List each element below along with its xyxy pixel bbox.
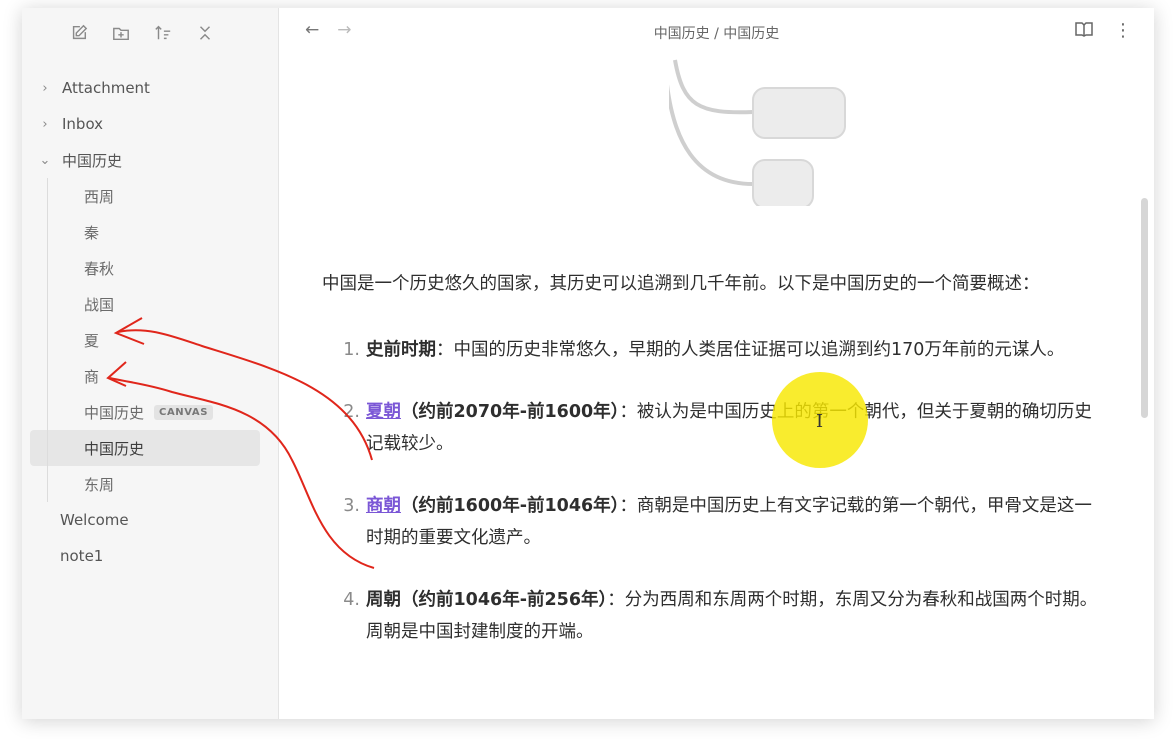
folder-label: Inbox bbox=[62, 115, 104, 133]
text-cursor-icon: I bbox=[816, 411, 824, 432]
chevron-right-icon: › bbox=[42, 80, 48, 96]
list-item: 2. 夏朝（约前2070年-前1600年）：被认为是中国历史上的第一个朝代，但关… bbox=[322, 396, 1102, 460]
sort-icon[interactable] bbox=[152, 22, 174, 44]
list-number: 3. bbox=[343, 496, 360, 516]
file-item-dongzhou[interactable]: 东周 bbox=[22, 466, 278, 502]
list-number: 2. bbox=[343, 402, 360, 422]
item-title: 史前时期 bbox=[366, 340, 436, 360]
folder-label: Attachment bbox=[62, 79, 150, 97]
file-item-chunqiu[interactable]: 春秋 bbox=[22, 250, 278, 286]
file-item-active[interactable]: 中国历史 bbox=[30, 430, 260, 466]
file-item-welcome[interactable]: Welcome bbox=[22, 502, 278, 538]
file-label: Welcome bbox=[60, 511, 129, 529]
file-item-canvas[interactable]: 中国历史 CANVAS bbox=[22, 394, 278, 430]
chevron-right-icon: › bbox=[42, 116, 48, 132]
embedded-canvas-fragment bbox=[669, 59, 846, 206]
file-item-shang[interactable]: 商 bbox=[22, 358, 278, 394]
item-period: （约前1046年-前256年） bbox=[401, 590, 608, 610]
list-number: 4. bbox=[343, 590, 360, 610]
file-label: 中国历史 bbox=[84, 403, 145, 422]
chevron-down-icon: ⌄ bbox=[39, 152, 51, 168]
scrollbar[interactable] bbox=[1141, 198, 1148, 418]
file-item-zhanguo[interactable]: 战国 bbox=[22, 286, 278, 322]
canvas-badge: CANVAS bbox=[154, 404, 214, 420]
file-label: 中国历史 bbox=[84, 439, 145, 458]
file-label: 西周 bbox=[84, 187, 115, 206]
folder-label: 中国历史 bbox=[62, 151, 123, 170]
file-item-xia[interactable]: 夏 bbox=[22, 322, 278, 358]
intro-paragraph: 中国是一个历史悠久的国家，其历史可以追溯到几千年前。以下是中国历史的一个简要概述… bbox=[322, 274, 1040, 294]
file-label: 战国 bbox=[84, 295, 115, 314]
list-item: 3. 商朝（约前1600年-前1046年）：商朝是中国历史上有文字记载的第一个朝… bbox=[322, 490, 1102, 554]
collapse-all-icon[interactable] bbox=[194, 22, 216, 44]
editor-pane: ← → 中国历史 / 中国历史 ⋮ 中国是一个历史悠久的国家，其历史可以追溯到几… bbox=[279, 8, 1154, 719]
item-period: （约前2070年-前1600年） bbox=[401, 402, 620, 422]
file-item-qin[interactable]: 秦 bbox=[22, 214, 278, 250]
breadcrumb: 中国历史 / 中国历史 bbox=[653, 26, 780, 42]
list-item: 1. 史前时期：中国的历史非常悠久，早期的人类居住证据可以追溯到约170万年前的… bbox=[322, 334, 1102, 366]
file-item-note1[interactable]: note1 bbox=[22, 538, 278, 574]
app-window: › Attachment › Inbox ⌄ 中国历史 西周 秦 春秋 战国 夏… bbox=[22, 8, 1154, 719]
item-text: ：中国的历史非常悠久，早期的人类居住证据可以追溯到约170万年前的元谋人。 bbox=[436, 340, 1065, 360]
item-title: 周朝 bbox=[366, 590, 401, 610]
file-label: note1 bbox=[60, 547, 104, 565]
folder-inbox[interactable]: › Inbox bbox=[22, 106, 278, 142]
note-content: 中国是一个历史悠久的国家，其历史可以追溯到几千年前。以下是中国历史的一个简要概述… bbox=[322, 268, 1102, 678]
folder-history-children: 西周 秦 春秋 战国 夏 商 中国历史 CANVAS 中国历史 东周 bbox=[22, 178, 278, 502]
list-item: 4. 周朝（约前1046年-前256年）：分为西周和东周两个时期，东周又分为春秋… bbox=[322, 584, 1102, 648]
file-label: 商 bbox=[84, 367, 100, 386]
internal-link-xia[interactable]: 夏朝 bbox=[366, 402, 401, 422]
internal-link-shang[interactable]: 商朝 bbox=[366, 496, 401, 516]
more-options-icon[interactable]: ⋮ bbox=[1114, 20, 1132, 43]
file-item-xizhou[interactable]: 西周 bbox=[22, 178, 278, 214]
file-label: 东周 bbox=[84, 475, 115, 494]
list-number: 1. bbox=[343, 340, 360, 360]
view-header: ← → 中国历史 / 中国历史 ⋮ bbox=[279, 8, 1154, 56]
file-explorer-sidebar: › Attachment › Inbox ⌄ 中国历史 西周 秦 春秋 战国 夏… bbox=[22, 8, 279, 719]
book-icon[interactable] bbox=[1074, 20, 1094, 43]
file-label: 秦 bbox=[84, 223, 100, 242]
view-actions: ⋮ bbox=[1074, 20, 1132, 43]
file-tree: › Attachment › Inbox ⌄ 中国历史 西周 秦 春秋 战国 夏… bbox=[22, 70, 278, 574]
folder-attachment[interactable]: › Attachment bbox=[22, 70, 278, 106]
history-list: 1. 史前时期：中国的历史非常悠久，早期的人类居住证据可以追溯到约170万年前的… bbox=[322, 334, 1102, 648]
new-note-icon[interactable] bbox=[68, 22, 90, 44]
sidebar-toolbar bbox=[68, 22, 216, 44]
item-period: （约前1600年-前1046年） bbox=[401, 496, 620, 516]
new-folder-icon[interactable] bbox=[110, 22, 132, 44]
file-label: 春秋 bbox=[84, 259, 115, 278]
folder-history[interactable]: ⌄ 中国历史 bbox=[22, 142, 278, 178]
file-label: 夏 bbox=[84, 331, 100, 350]
